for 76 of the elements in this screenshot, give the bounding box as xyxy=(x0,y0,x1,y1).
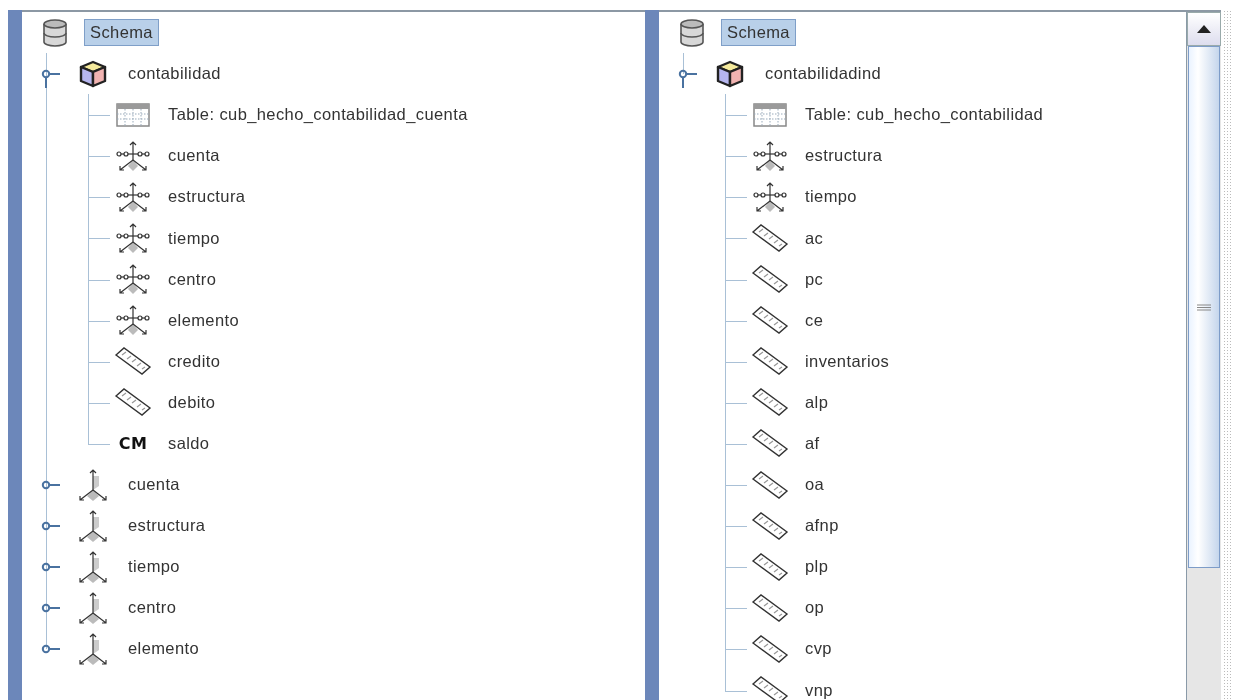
expand-handle[interactable] xyxy=(678,69,698,90)
tree-node-label[interactable]: contabilidad xyxy=(122,60,227,88)
ruler-icon xyxy=(114,346,152,377)
expand-handle[interactable] xyxy=(41,562,61,573)
ruler-icon xyxy=(751,428,789,459)
grip-icon xyxy=(1197,303,1211,311)
tree-node-label[interactable]: inventarios xyxy=(799,347,896,375)
ruler-icon xyxy=(114,387,152,418)
tree-node-label[interactable]: plp xyxy=(799,553,835,581)
dotted-axes-icon xyxy=(752,180,788,213)
ruler-icon xyxy=(751,633,789,664)
expand-handle[interactable] xyxy=(41,603,61,614)
tree-node-label[interactable]: Schema xyxy=(721,19,796,47)
cube-icon xyxy=(715,58,745,89)
tree-node-label[interactable]: op xyxy=(799,594,831,622)
tree-node-label[interactable]: Schema xyxy=(84,19,159,47)
dotted-axes-icon xyxy=(115,139,151,172)
ruler-icon xyxy=(751,469,789,500)
tree-node-label[interactable]: centro xyxy=(122,594,183,622)
tree-node-label[interactable]: cuenta xyxy=(162,142,226,170)
tree-node-label[interactable]: cuenta xyxy=(122,471,186,499)
ruler-icon xyxy=(751,305,789,336)
axes-icon xyxy=(77,508,109,543)
expand-handle[interactable] xyxy=(41,521,61,532)
axes-icon xyxy=(77,590,109,625)
tree-node-label[interactable]: contabilidadind xyxy=(759,60,888,88)
database-icon xyxy=(42,17,68,48)
tree-node-label[interactable]: centro xyxy=(162,265,223,293)
cube-icon xyxy=(78,58,108,89)
tree-node-label[interactable]: cvp xyxy=(799,635,838,663)
tree-node-label[interactable]: estructura xyxy=(799,142,889,170)
axes-icon xyxy=(77,631,109,666)
expand-handle[interactable] xyxy=(41,644,61,655)
tree-node-label[interactable]: Table: cub_hecho_contabilidad xyxy=(799,101,1050,129)
dotted-axes-icon xyxy=(752,139,788,172)
tree-node-label[interactable]: vnp xyxy=(799,676,839,700)
scrollbar-thumb[interactable] xyxy=(1188,46,1220,568)
calculated-member-label: CM xyxy=(118,434,148,453)
ruler-icon xyxy=(751,387,789,418)
tree-node-label[interactable]: tiempo xyxy=(122,553,186,581)
ruler-icon xyxy=(751,264,789,295)
tree-node-label[interactable]: afnp xyxy=(799,512,845,540)
up-arrow-icon xyxy=(1197,25,1211,33)
tree-node-label[interactable]: af xyxy=(799,430,826,457)
tree-node-label[interactable]: tiempo xyxy=(799,183,863,211)
dotted-axes-icon xyxy=(115,222,151,254)
tree-node-label[interactable]: Table: cub_hecho_contabilidad_cuenta xyxy=(162,101,474,129)
tree-node-label[interactable]: alp xyxy=(799,388,835,416)
dotted-axes-icon xyxy=(115,180,151,213)
axes-icon xyxy=(77,467,109,502)
expand-handle[interactable] xyxy=(41,480,61,491)
ruler-icon xyxy=(751,551,789,582)
tree-node-label[interactable]: oa xyxy=(799,471,831,499)
ruler-icon xyxy=(751,223,789,253)
tree-node-label[interactable]: saldo xyxy=(162,430,216,457)
tree-node-label[interactable]: estructura xyxy=(162,183,252,211)
axes-icon xyxy=(77,549,109,584)
tree-node-label[interactable]: estructura xyxy=(122,512,212,540)
tree-node-label[interactable]: elemento xyxy=(162,306,246,334)
dotted-axes-icon xyxy=(115,263,151,296)
grid-icon xyxy=(753,102,787,127)
tree-node-label[interactable]: credito xyxy=(162,347,227,375)
tree-node-label[interactable]: elemento xyxy=(122,635,206,663)
dotted-axes-icon xyxy=(115,304,151,337)
ruler-icon xyxy=(751,510,789,541)
tree-node-label[interactable]: debito xyxy=(162,388,222,416)
scroll-up-button[interactable] xyxy=(1187,12,1221,46)
tree-node-label[interactable]: pc xyxy=(799,265,830,293)
tree-node-label[interactable]: ac xyxy=(799,224,830,252)
ruler-icon xyxy=(751,592,789,623)
ruler-icon xyxy=(751,346,789,377)
tree-node-label[interactable]: ce xyxy=(799,306,830,334)
tree-node-label[interactable]: tiempo xyxy=(162,224,226,252)
database-icon xyxy=(679,17,705,48)
expand-handle[interactable] xyxy=(41,69,61,90)
grid-icon xyxy=(116,102,150,127)
